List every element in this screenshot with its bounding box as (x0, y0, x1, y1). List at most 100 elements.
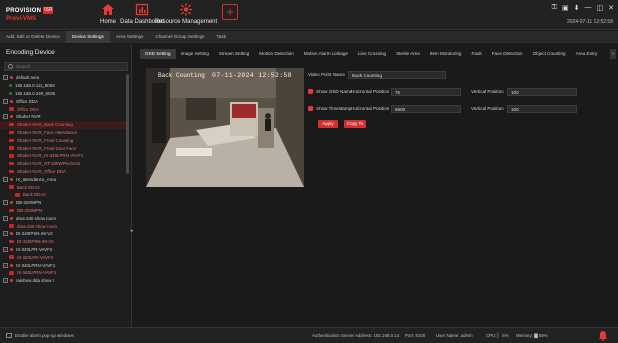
tree-device-item[interactable]: Shaher NVR_Face Attendance (0, 129, 126, 137)
app-logo: PROVISION ISR Provi-VMS (6, 6, 62, 24)
maximize-icon[interactable]: ◫ (597, 4, 604, 12)
tab-image-setting[interactable]: Image Setting (176, 49, 214, 59)
expand-toggle-icon[interactable]: − (3, 200, 8, 206)
alarm-bell-icon[interactable] (598, 330, 608, 341)
tree-area-item[interactable]: − DB-320WPN (0, 199, 126, 207)
tree-device-item[interactable]: Shaher NVR_NT-320WPN-Dock (0, 160, 126, 168)
collapse-panel-icon[interactable]: ◂ (130, 228, 134, 234)
tree-device-item[interactable]: IX-340LPRN-VAVF1 (0, 269, 126, 277)
camera-icon (9, 208, 14, 213)
expand-toggle-icon[interactable]: − (3, 114, 8, 120)
copy-to-button[interactable]: Copy To (344, 120, 366, 128)
tab-stream-setting[interactable]: Stream Setting (214, 49, 254, 59)
tab-line-crossing[interactable]: Line Crossing (353, 49, 391, 59)
close-icon[interactable]: ✕ (608, 4, 614, 12)
subtab-task[interactable]: Task (210, 31, 231, 43)
tree-item-label: Shaher NVR_Office DDA (17, 168, 66, 174)
tree-device-item[interactable]: Shaher NVR_Office DDA (0, 168, 126, 176)
time-vertical-position-field[interactable]: 100 (507, 104, 577, 113)
tree-area-item[interactable]: − default area (0, 74, 126, 82)
tree-scrollbar[interactable] (126, 74, 129, 174)
tree-item-label: Back DDA2 (23, 192, 46, 198)
expand-toggle-icon[interactable]: − (3, 98, 8, 104)
tab-item-monitoring[interactable]: Item Monitoring (425, 49, 467, 59)
tree-device-item[interactable]: Back DDA2 (0, 191, 126, 199)
tree-area-item[interactable]: − rainbow dda show r (0, 277, 126, 285)
tree-device-item[interactable]: Shaher NVR_Front Door Face (0, 144, 126, 152)
settings-subtabs: Add, Edit or Delete Device Device Settin… (0, 31, 618, 43)
layout-icon[interactable]: ▣ (562, 4, 569, 12)
expand-toggle-icon[interactable]: − (3, 246, 8, 252)
tab-object-counting[interactable]: Object Counting (528, 49, 571, 59)
expand-toggle-icon[interactable]: − (3, 231, 8, 237)
lock-icon[interactable]: ⚿ (552, 4, 557, 12)
expand-toggle-icon[interactable]: − (3, 278, 8, 284)
tree-device-item[interactable]: 192.168.0.111_8008 (0, 82, 126, 90)
tree-area-item[interactable]: − IX-340LPRN-VAVF1 (0, 261, 126, 269)
tree-item-label: Office DDA (16, 98, 38, 104)
tab-motion-alarm-linkage[interactable]: Motion Alarm Linkage (299, 49, 353, 59)
tab-osd-setting[interactable]: OSD Setting (140, 49, 176, 59)
top-bar: PROVISION ISR Provi-VMS Home Data Dashbo… (0, 0, 618, 30)
tab-motion-detection[interactable]: Motion Detection (254, 49, 298, 59)
tab-sterile-area[interactable]: Sterile Area (391, 49, 425, 59)
user-icon[interactable]: ⬇ (574, 4, 580, 12)
tree-area-item[interactable]: − Office DDA (0, 97, 126, 105)
tree-device-item[interactable]: 192.168.0.249_6036 (0, 90, 126, 98)
tab-face-detection[interactable]: Face Detection (487, 49, 528, 59)
tree-area-item[interactable]: − dma-340 show room (0, 214, 126, 222)
camera-icon (9, 185, 14, 189)
tree-device-item[interactable]: Shaher NVR_Front Counting (0, 136, 126, 144)
device-online-icon (9, 84, 12, 88)
show-timestamp-checkbox[interactable] (308, 106, 313, 111)
expand-toggle-icon[interactable]: − (3, 262, 8, 268)
tree-device-item[interactable]: dma-340 show room (0, 222, 126, 230)
area-status-icon (10, 177, 13, 181)
expand-toggle-icon[interactable]: − (3, 176, 8, 182)
apply-button[interactable]: Apply (318, 120, 338, 128)
tab-fault[interactable]: Fault (466, 49, 486, 59)
subtab-add-edit-delete-device[interactable]: Add, Edit or Delete Device (0, 31, 66, 43)
tree-item-label: Shaher NVR_NT-320WPN-Dock (17, 161, 81, 167)
camera-icon (9, 224, 14, 228)
tree-device-item[interactable]: Back DDA2 (0, 183, 126, 191)
tree-item-label: Shaher NVR_Front Counting (17, 137, 74, 143)
tree-device-item[interactable]: IX-320LPR-VAVF2 (0, 253, 126, 261)
enable-alarm-toggle[interactable]: Enable alarm pop-up windows (6, 333, 74, 338)
add-tab-button[interactable]: + (222, 4, 238, 20)
video-point-name-field[interactable]: Back Counting (348, 70, 446, 79)
minimize-icon[interactable]: — (585, 4, 592, 12)
osd-vertical-position-field[interactable]: 100 (507, 87, 577, 96)
time-horizontal-position-field[interactable]: 6600 (391, 104, 461, 113)
tree-device-item[interactable]: Office DDA (0, 105, 126, 113)
nav-resource-management-button[interactable]: Resource Management (155, 2, 217, 28)
video-point-name-label: Video Point Name (308, 72, 345, 77)
camera-icon (9, 255, 14, 259)
subtab-channel-group-settings[interactable]: Channel Group Settings (149, 31, 210, 43)
camera-icon (9, 154, 14, 158)
user-name-text: User Name: admin (436, 333, 473, 338)
tree-area-item[interactable]: − IX-320LPR-VAVF2 (0, 246, 126, 254)
tree-area-item[interactable]: − Shaher NVR (0, 113, 126, 121)
subtab-device-settings[interactable]: Device Settings (65, 31, 110, 43)
search-input[interactable] (16, 64, 126, 69)
area-status-icon (10, 247, 13, 251)
subtab-area-settings[interactable]: Area Settings (110, 31, 150, 43)
tree-item-label: DI-340IPSN-28-V2 (17, 239, 54, 245)
expand-toggle-icon[interactable]: − (3, 215, 8, 221)
auth-server-address: Authentication Server Address: 192.168.0… (312, 333, 400, 338)
memory-usage: Memory: ▇ 58% (516, 333, 548, 338)
tab-area-entry[interactable]: Area Entry (571, 49, 603, 59)
tree-device-item[interactable]: Shaher NVR_IX-340LPRN-VAVF1 (0, 152, 126, 160)
tree-device-item[interactable]: DI-340IPSN-28-V2 (0, 238, 126, 246)
tree-item-label: IX-340LPRN-VAVF1 (16, 262, 56, 268)
show-osd-name-checkbox[interactable] (308, 89, 313, 94)
osd-horizontal-position-field[interactable]: 75 (391, 87, 461, 96)
tab-scroll-right-icon[interactable]: › (610, 49, 616, 59)
tree-area-item[interactable]: − DI-340IPSN-28-V2 (0, 230, 126, 238)
expand-toggle-icon[interactable]: − (3, 75, 8, 81)
tree-device-item[interactable]: DB-320WPN (0, 207, 126, 215)
tree-item-label: DB-320WPN (16, 200, 42, 206)
tree-device-item[interactable]: Shaher NVR_Back Counting (0, 120, 126, 129)
tree-area-item[interactable]: − IX_attendance_Area (0, 175, 126, 183)
